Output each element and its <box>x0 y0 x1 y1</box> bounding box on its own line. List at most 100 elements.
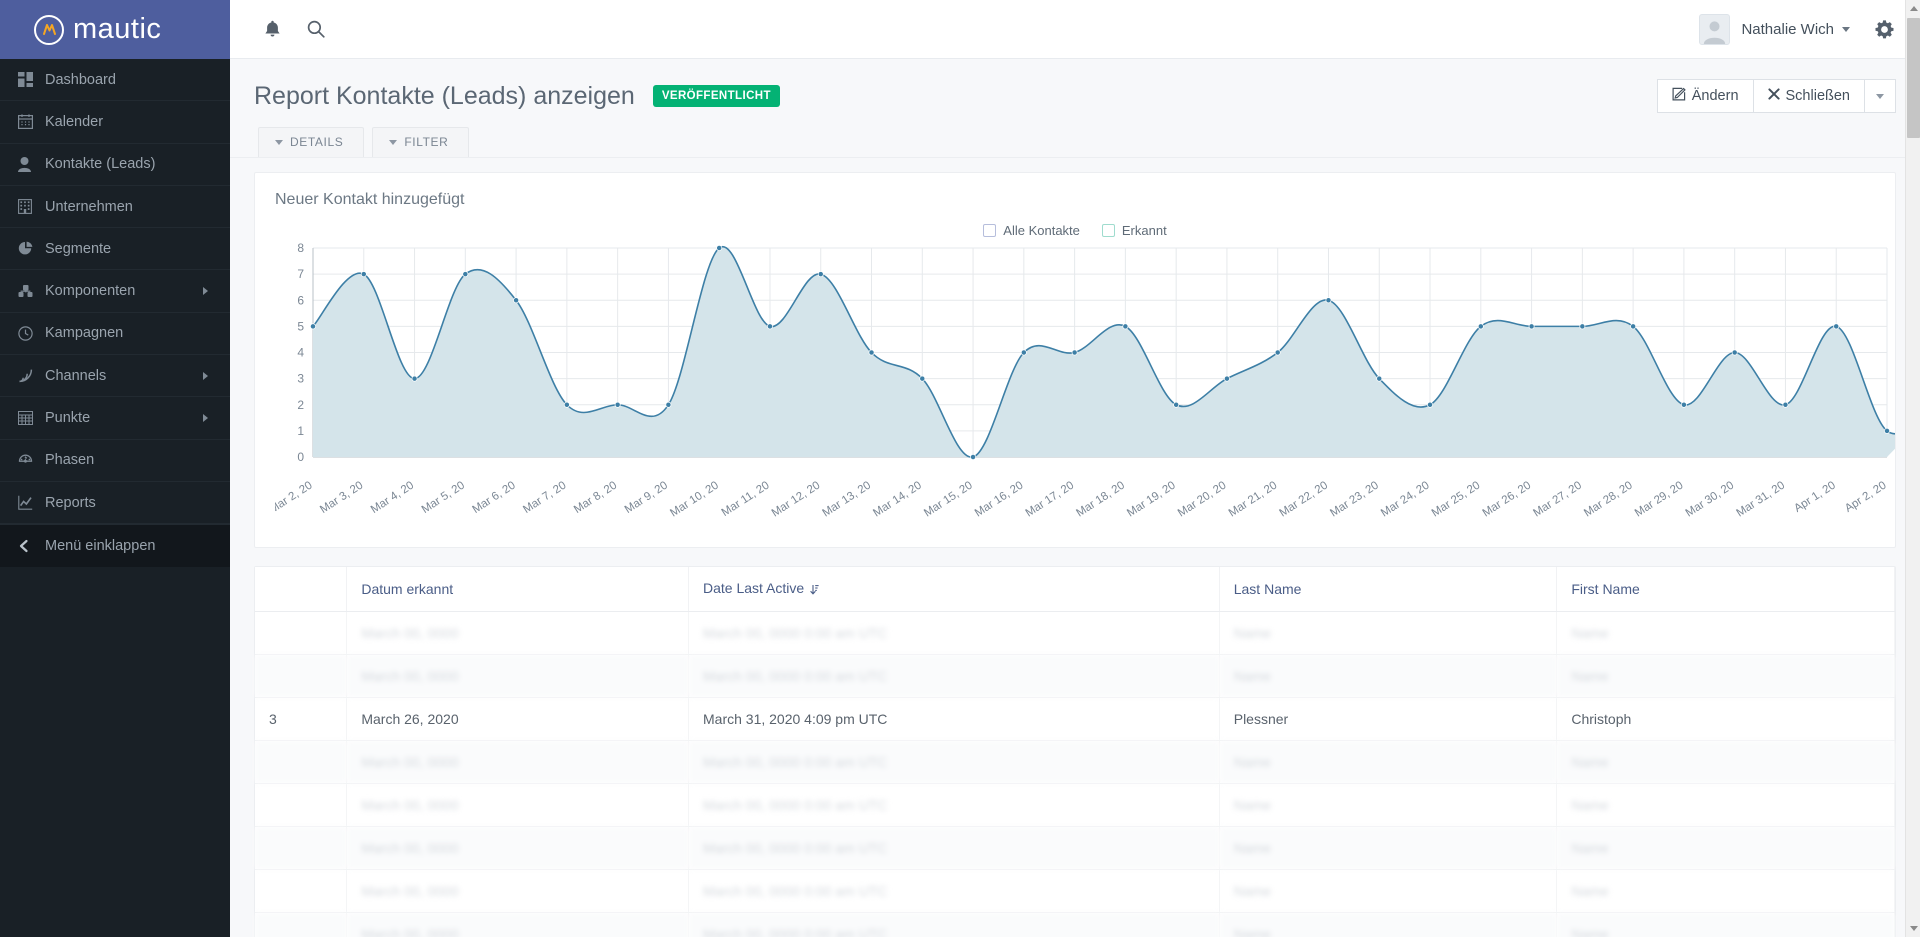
tab-details[interactable]: DETAILS <box>258 127 365 157</box>
top-bar: Nathalie Wich <box>230 0 1920 59</box>
sidebar-item-komponenten[interactable]: Komponenten <box>0 270 230 313</box>
chart-panel: Neuer Kontakt hinzugefügt Alle Kontakte … <box>254 172 1896 548</box>
bell-icon[interactable] <box>250 7 294 51</box>
table-cell-c: Name <box>1219 740 1558 784</box>
table-header-index <box>255 567 348 612</box>
svg-text:Mar 10, 20: Mar 10, 20 <box>668 479 721 519</box>
search-icon[interactable] <box>294 7 338 51</box>
svg-text:Apr 1, 20: Apr 1, 20 <box>1792 479 1838 514</box>
sidebar-collapse-toggle[interactable]: Menü einklappen <box>0 524 230 567</box>
sidebar: mautic Dashboard Kalender Kontakte (Lead… <box>0 0 230 937</box>
table-cell-c: Plessner <box>1219 697 1558 741</box>
page-header-row: Report Kontakte (Leads) anzeigen VERÖFFE… <box>254 75 1896 117</box>
table-row[interactable]: March 00, 0000 March 00, 0000 0:00 am UTC… <box>255 912 1895 937</box>
table-row[interactable]: 3 March 26, 2020 March 31, 2020 4:09 pm UT… <box>255 697 1895 741</box>
gear-icon[interactable] <box>1864 7 1904 51</box>
sidebar-item-kalender[interactable]: Kalender <box>0 101 230 144</box>
table-row[interactable]: March 00, 0000 March 00, 0000 0:00 am UTC… <box>255 783 1895 827</box>
close-button-label: Schließen <box>1785 88 1850 104</box>
table-cell-idx <box>255 783 348 827</box>
chevron-down-icon <box>275 139 283 145</box>
legend-item-erkannt[interactable]: Erkannt <box>1101 223 1167 238</box>
chevron-right-icon <box>203 414 208 423</box>
svg-text:4: 4 <box>297 346 304 360</box>
legend-swatch <box>983 224 997 237</box>
chart-legend: Alle Kontakte Erkannt <box>275 223 1875 238</box>
sidebar-item-kampagnen[interactable]: Kampagnen <box>0 313 230 356</box>
svg-text:2: 2 <box>297 398 304 412</box>
table-cell-c: Name <box>1219 912 1558 937</box>
svg-text:Mar 23, 20: Mar 23, 20 <box>1328 479 1381 519</box>
legend-label: Alle Kontakte <box>1003 223 1080 238</box>
table-cell-c: Name <box>1219 654 1558 698</box>
scrollbar-thumb[interactable] <box>1907 18 1920 138</box>
table-cell-d: Name <box>1556 783 1895 827</box>
grid-icon <box>18 411 45 426</box>
edit-button-label: Ändern <box>1691 88 1739 104</box>
table-cell-d: Name <box>1556 869 1895 913</box>
building-icon <box>18 199 45 214</box>
tabs-row: DETAILS FILTER <box>254 117 1896 157</box>
svg-text:7: 7 <box>297 267 304 281</box>
chart-canvas[interactable]: 0 1 2 3 4 5 6 7 8 <box>275 240 1895 475</box>
table-header-last-name[interactable]: Last Name <box>1219 567 1558 612</box>
table-row[interactable]: March 00, 0000 March 00, 0000 0:00 am UTC… <box>255 654 1895 698</box>
sidebar-item-kontakte-leads[interactable]: Kontakte (Leads) <box>0 144 230 186</box>
table-cell-a: March 00, 0000 <box>346 654 689 698</box>
scroll-up-arrow[interactable] <box>1906 0 1920 17</box>
sidebar-item-channels[interactable]: Channels <box>0 355 230 398</box>
scroll-down-arrow[interactable] <box>1906 920 1920 937</box>
more-actions-button[interactable] <box>1865 79 1896 113</box>
svg-text:Mar 2, 20: Mar 2, 20 <box>275 479 315 516</box>
chart-xaxis-space: Mar 2, 20 Mar 3, 20 Mar 4, 20 Mar 5, 20 Mar … <box>267 475 1888 537</box>
legend-item-alle-kontakte[interactable]: Alle Kontakte <box>983 223 1080 238</box>
sidebar-item-unternehmen[interactable]: Unternehmen <box>0 186 230 229</box>
svg-text:6: 6 <box>297 293 304 307</box>
table-cell-idx <box>255 740 348 784</box>
table-cell-b: March 00, 0000 0:00 am UTC <box>688 783 1220 827</box>
svg-text:Mar 6, 20: Mar 6, 20 <box>470 479 517 516</box>
table-cell-a: March 00, 0000 <box>346 912 689 937</box>
table-cell-idx <box>255 654 348 698</box>
chevron-down-icon <box>1876 93 1884 99</box>
chevron-down-icon <box>1842 26 1850 32</box>
table-cell-idx <box>255 826 348 870</box>
dashboard-icon <box>18 72 45 88</box>
edit-button[interactable]: Ändern <box>1656 79 1754 113</box>
tab-filter[interactable]: FILTER <box>372 127 470 157</box>
table-cell-c: Name <box>1219 783 1558 827</box>
chart-title: Neuer Kontakt hinzugefügt <box>275 191 465 208</box>
brand-logo[interactable]: mautic <box>0 0 230 59</box>
table-header-first-name[interactable]: First Name <box>1556 567 1895 612</box>
table-cell-b: March 00, 0000 0:00 am UTC <box>688 912 1220 937</box>
clock-icon <box>18 326 45 341</box>
pie-chart-icon <box>18 241 45 256</box>
mautic-logo-icon <box>34 14 64 45</box>
table-cell-c: Name <box>1219 611 1558 655</box>
svg-text:5: 5 <box>297 319 304 333</box>
close-button[interactable]: Schließen <box>1753 79 1865 113</box>
sidebar-item-dashboard[interactable]: Dashboard <box>0 59 230 102</box>
table-row[interactable]: March 00, 0000 March 00, 0000 0:00 am UTC… <box>255 740 1895 784</box>
table-cell-idx: 3 <box>255 697 348 741</box>
table-header-datum-erkannt[interactable]: Datum erkannt <box>346 567 689 612</box>
sidebar-item-label: Kontakte (Leads) <box>45 156 156 173</box>
tab-filter-label: FILTER <box>404 135 449 149</box>
table-row[interactable]: March 00, 0000 March 00, 0000 0:00 am UTC… <box>255 611 1895 655</box>
table-cell-d: Name <box>1556 912 1895 937</box>
vertical-scrollbar[interactable] <box>1905 0 1920 937</box>
svg-text:3: 3 <box>297 372 304 386</box>
sidebar-item-reports[interactable]: Reports <box>0 482 230 525</box>
sidebar-item-phasen[interactable]: Phasen <box>0 440 230 482</box>
table-row[interactable]: March 00, 0000 March 00, 0000 0:00 am UTC… <box>255 869 1895 913</box>
table-row[interactable]: March 00, 0000 March 00, 0000 0:00 am UTC… <box>255 826 1895 870</box>
chevron-down-icon <box>389 139 398 145</box>
sidebar-item-punkte[interactable]: Punkte <box>0 397 230 440</box>
svg-text:Mar 17, 20: Mar 17, 20 <box>1024 479 1077 519</box>
user-menu[interactable]: Nathalie Wich <box>1693 13 1856 45</box>
action-button-group: Ändern Schließen <box>1656 79 1896 113</box>
svg-text:Mar 11, 20: Mar 11, 20 <box>720 479 772 519</box>
table-header-date-last-active[interactable]: Date Last Active <box>688 567 1220 612</box>
sidebar-item-segmente[interactable]: Segmente <box>0 228 230 271</box>
svg-text:Mar 25, 20: Mar 25, 20 <box>1430 479 1483 519</box>
